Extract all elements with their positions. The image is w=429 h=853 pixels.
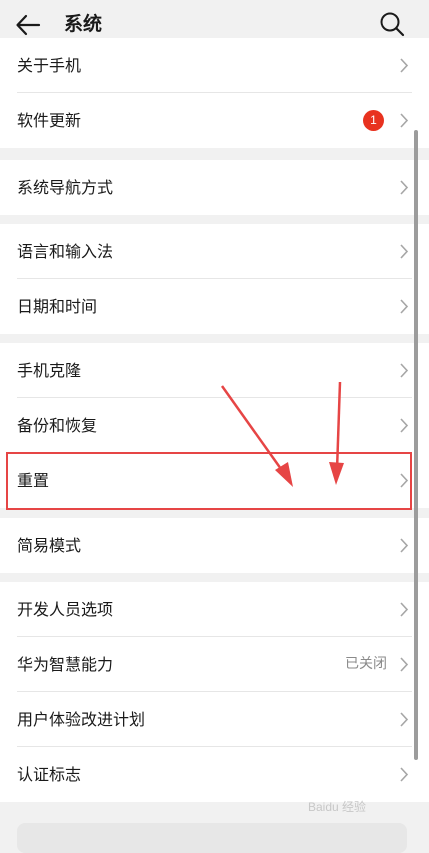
row-certification[interactable]: 认证标志 [0,747,429,802]
chevron-right-icon [400,767,409,782]
settings-group-2: 系统导航方式 [0,160,429,215]
row-label: 认证标志 [17,765,82,784]
page-title: 系统 [64,13,103,35]
row-label: 华为智慧能力 [17,655,114,674]
row-huawei-ai[interactable]: 华为智慧能力 已关闭 [0,637,429,692]
search-icon[interactable] [378,10,406,38]
row-label: 备份和恢复 [17,416,98,435]
chevron-right-icon [400,58,409,73]
row-backup-restore[interactable]: 备份和恢复 [0,398,429,453]
row-label: 简易模式 [17,536,82,555]
chevron-right-icon [400,538,409,553]
settings-group-3: 语言和输入法 日期和时间 [0,224,429,334]
back-arrow-icon[interactable] [14,11,42,39]
row-label: 手机克隆 [17,361,82,380]
settings-group-1: 关于手机 软件更新 1 [0,38,429,148]
chevron-right-icon [400,244,409,259]
chevron-right-icon [400,180,409,195]
chevron-right-icon [400,299,409,314]
chevron-right-icon [400,712,409,727]
scrollbar[interactable] [414,130,418,760]
row-label: 软件更新 [17,111,82,130]
row-navigation-mode[interactable]: 系统导航方式 [0,160,429,215]
bottom-card[interactable] [17,823,407,853]
chevron-right-icon [400,657,409,672]
row-label: 开发人员选项 [17,600,114,619]
row-about-phone[interactable]: 关于手机 [0,38,429,93]
chevron-right-icon [400,418,409,433]
row-language-input[interactable]: 语言和输入法 [0,224,429,279]
reset-highlight-box [6,452,412,510]
row-label: 系统导航方式 [17,178,114,197]
notification-badge: 1 [363,110,384,131]
status-text: 已关闭 [345,656,387,672]
row-ux-improvement[interactable]: 用户体验改进计划 [0,692,429,747]
settings-group-5: 简易模式 [0,518,429,573]
row-date-time[interactable]: 日期和时间 [0,279,429,334]
settings-group-6: 开发人员选项 华为智慧能力 已关闭 用户体验改进计划 认证标志 [0,582,429,802]
chevron-right-icon [400,602,409,617]
chevron-right-icon [400,113,409,128]
row-label: 语言和输入法 [17,242,114,261]
row-developer-options[interactable]: 开发人员选项 [0,582,429,637]
row-label: 日期和时间 [17,297,98,316]
row-phone-clone[interactable]: 手机克隆 [0,343,429,398]
row-software-update[interactable]: 软件更新 1 [0,93,429,148]
row-label: 用户体验改进计划 [17,710,146,729]
chevron-right-icon [400,363,409,378]
watermark: Baidu 经验 [308,800,367,814]
row-simple-mode[interactable]: 简易模式 [0,518,429,573]
row-label: 关于手机 [17,56,82,75]
